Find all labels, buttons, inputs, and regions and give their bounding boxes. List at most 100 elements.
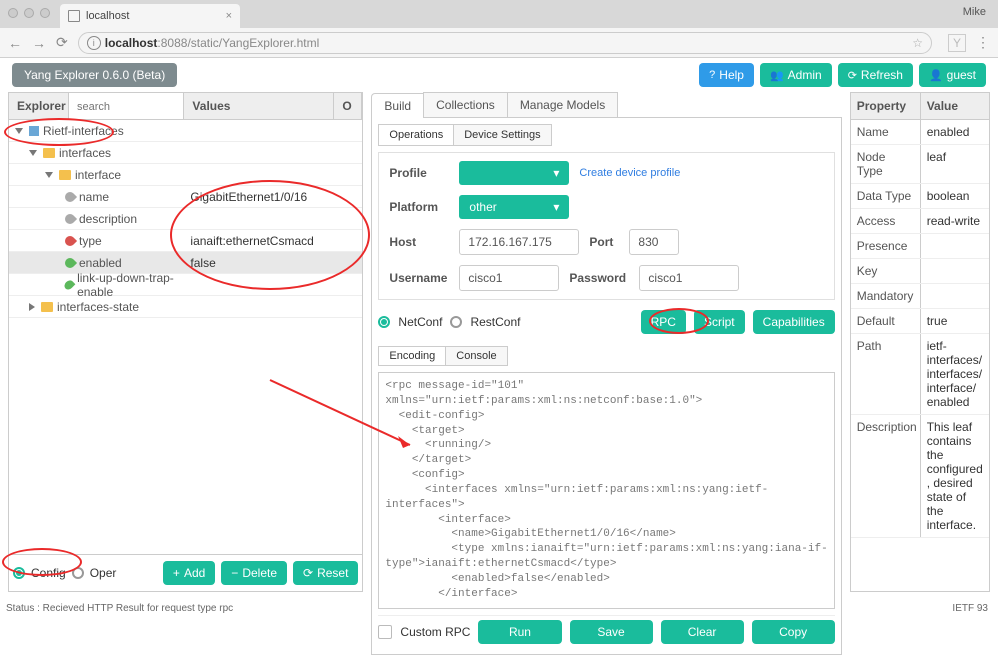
- address-bar[interactable]: i localhost:8088/static/YangExplorer.htm…: [78, 32, 932, 54]
- tree-row[interactable]: Rietf-interfaces: [9, 120, 362, 142]
- reload-icon[interactable]: ⟳: [56, 34, 68, 51]
- forward-icon[interactable]: →: [32, 35, 46, 51]
- reset-button[interactable]: ⟳ Reset: [293, 561, 358, 585]
- node-label: interface: [75, 168, 121, 182]
- rpc-button[interactable]: RPC: [641, 310, 686, 334]
- node-icon: [63, 211, 77, 225]
- profile-select[interactable]: ▾: [459, 161, 569, 185]
- property-row: DescriptionThis leaf contains the config…: [851, 415, 989, 538]
- guest-button[interactable]: 👤guest: [919, 63, 986, 87]
- property-row: Defaulttrue: [851, 309, 989, 334]
- rpc-code[interactable]: <rpc message-id="101" xmlns="urn:ietf:pa…: [378, 372, 834, 609]
- reset-icon: ⟳: [303, 566, 313, 580]
- config-radio[interactable]: [13, 567, 25, 579]
- property-value: true: [921, 309, 989, 333]
- search-input[interactable]: [77, 101, 175, 113]
- platform-select[interactable]: other▾: [459, 195, 569, 219]
- capabilities-button[interactable]: Capabilities: [753, 310, 835, 334]
- oper-radio[interactable]: [72, 567, 84, 579]
- plus-icon: +: [173, 566, 180, 580]
- property-value: [921, 284, 989, 308]
- property-value: enabled: [921, 120, 989, 144]
- tree-row[interactable]: link-up-down-trap-enable: [9, 274, 362, 296]
- node-icon: [43, 148, 55, 158]
- window-controls[interactable]: [8, 8, 50, 18]
- property-key: Path: [851, 334, 921, 414]
- tree-row[interactable]: description: [9, 208, 362, 230]
- copy-button[interactable]: Copy: [752, 620, 835, 644]
- enctab-encoding[interactable]: Encoding: [378, 346, 446, 366]
- expand-icon[interactable]: [29, 303, 35, 311]
- save-button[interactable]: Save: [570, 620, 653, 644]
- config-label: Config: [31, 566, 66, 580]
- explorer-tree[interactable]: Rietf-interfaces interfaces interface nameG…: [8, 120, 363, 555]
- add-button[interactable]: + Add: [163, 561, 215, 585]
- node-value[interactable]: false: [184, 256, 334, 270]
- protocol-row: NetConf RestConf RPC Script Capabilities: [378, 306, 834, 338]
- close-icon[interactable]: ×: [226, 10, 232, 22]
- tree-row[interactable]: interfaces: [9, 142, 362, 164]
- tree-row[interactable]: typeianaift:ethernetCsmacd: [9, 230, 362, 252]
- tab-collections[interactable]: Collections: [423, 92, 508, 117]
- property-value: boolean: [921, 184, 989, 208]
- host-input[interactable]: [459, 229, 579, 255]
- tab-title: localhost: [86, 10, 129, 22]
- browser-user: Mike: [963, 6, 986, 18]
- property-value: [921, 234, 989, 258]
- expand-icon[interactable]: [15, 128, 23, 134]
- property-row: Pathietf-interfaces/ interfaces/ interfa…: [851, 334, 989, 415]
- username-input[interactable]: [459, 265, 559, 291]
- netconf-label: NetConf: [398, 315, 442, 329]
- netconf-radio[interactable]: [378, 316, 390, 328]
- bookmark-icon[interactable]: ☆: [912, 36, 923, 50]
- node-icon: [59, 170, 71, 180]
- help-button[interactable]: ?Help: [699, 63, 754, 87]
- property-key: Mandatory: [851, 284, 921, 308]
- run-button[interactable]: Run: [478, 620, 561, 644]
- tab-manage-models[interactable]: Manage Models: [507, 92, 618, 117]
- subtab-device-settings[interactable]: Device Settings: [453, 124, 551, 146]
- expand-icon[interactable]: [29, 150, 37, 156]
- property-row: Node Typeleaf: [851, 145, 989, 184]
- property-key: Data Type: [851, 184, 921, 208]
- tab-build[interactable]: Build: [371, 93, 424, 118]
- node-icon: [63, 255, 77, 269]
- node-label: Rietf-interfaces: [43, 124, 124, 138]
- delete-button[interactable]: − Delete: [221, 561, 287, 585]
- custom-rpc-label: Custom RPC: [400, 625, 470, 639]
- clear-button[interactable]: Clear: [661, 620, 744, 644]
- enctab-console[interactable]: Console: [445, 346, 507, 366]
- users-icon: 👥: [770, 69, 784, 82]
- expand-icon[interactable]: [45, 172, 53, 178]
- extension-icon[interactable]: Y: [948, 34, 966, 52]
- subtab-operations[interactable]: Operations: [378, 124, 454, 146]
- user-icon: 👤: [929, 69, 943, 82]
- browser-tab-strip: localhost × Mike: [0, 0, 998, 28]
- tree-row[interactable]: interfaces-state: [9, 296, 362, 318]
- property-row: Data Typeboolean: [851, 184, 989, 209]
- node-icon: [41, 302, 53, 312]
- node-label: description: [79, 212, 137, 226]
- script-button[interactable]: Script: [694, 310, 745, 334]
- property-row: Accessread-write: [851, 209, 989, 234]
- back-icon[interactable]: ←: [8, 35, 22, 51]
- create-profile-link[interactable]: Create device profile: [579, 167, 680, 179]
- menu-icon[interactable]: ⋮: [976, 34, 990, 51]
- port-input[interactable]: [629, 229, 679, 255]
- password-label: Password: [569, 271, 629, 285]
- tree-row[interactable]: nameGigabitEthernet1/0/16: [9, 186, 362, 208]
- node-value[interactable]: ianaift:ethernetCsmacd: [184, 234, 334, 248]
- refresh-button[interactable]: ⟳Refresh: [838, 63, 913, 87]
- encoding-tabs: EncodingConsole: [378, 346, 834, 366]
- property-table: Property Value NameenabledNode TypeleafD…: [850, 92, 990, 592]
- restconf-radio[interactable]: [450, 316, 462, 328]
- custom-rpc-checkbox[interactable]: [378, 625, 392, 639]
- node-value[interactable]: GigabitEthernet1/0/16: [184, 190, 334, 204]
- tree-row[interactable]: interface: [9, 164, 362, 186]
- property-key: Name: [851, 120, 921, 144]
- property-header: Property: [851, 93, 921, 119]
- site-info-icon[interactable]: i: [87, 36, 101, 50]
- password-input[interactable]: [639, 265, 739, 291]
- admin-button[interactable]: 👥Admin: [760, 63, 832, 87]
- browser-tab[interactable]: localhost ×: [60, 4, 240, 28]
